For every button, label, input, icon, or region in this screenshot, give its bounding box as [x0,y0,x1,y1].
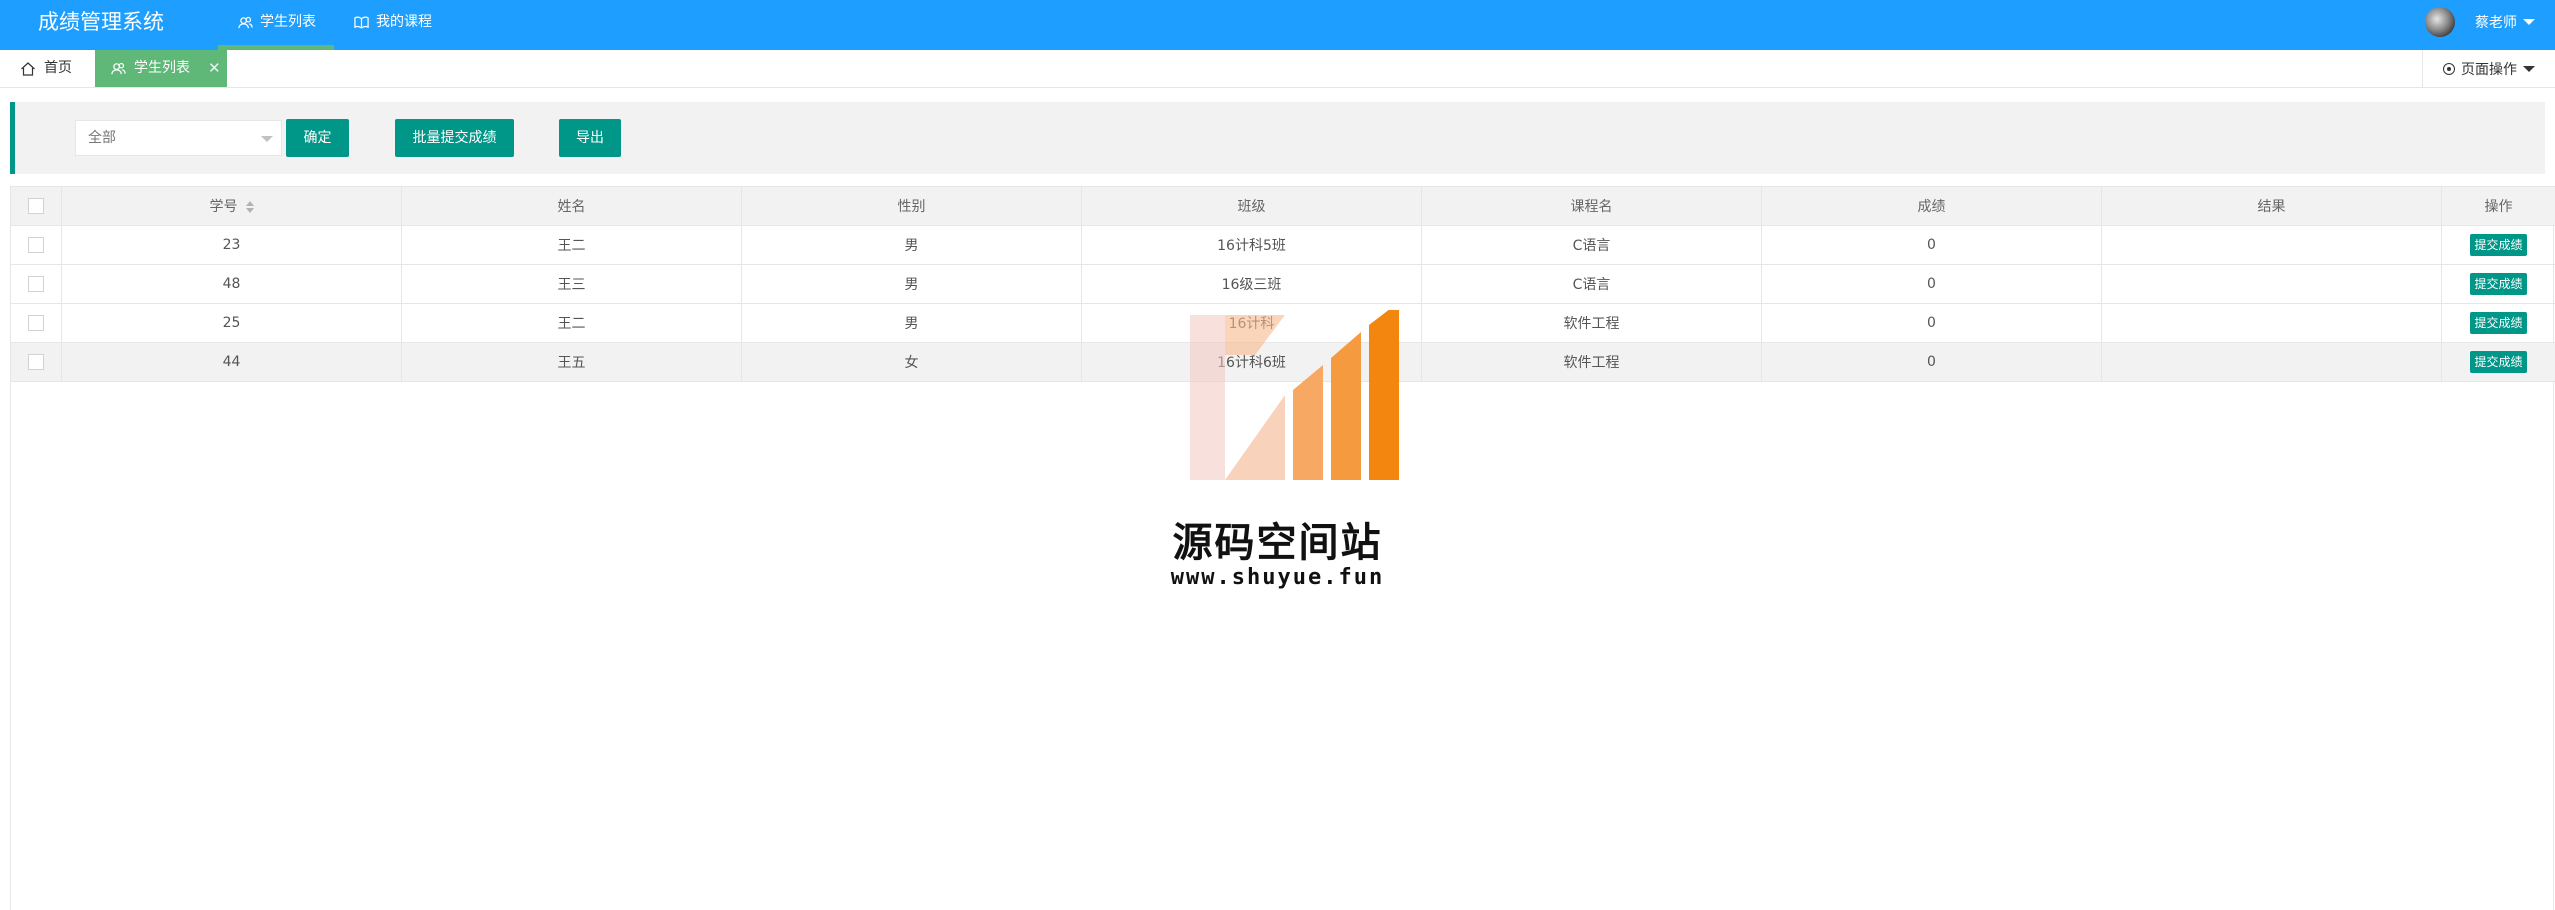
header-score: 成绩 [1761,186,2102,226]
cell-course: 软件工程 [1421,342,1762,382]
cell-name: 王二 [401,225,742,265]
select-all-checkbox[interactable] [28,198,44,214]
batch-submit-button[interactable]: 批量提交成绩 [395,119,514,157]
cell-gender: 男 [741,225,1082,265]
user-dropdown[interactable]: 蔡老师 [2475,12,2535,32]
submit-score-button[interactable]: 提交成绩 [2470,351,2527,373]
cell-action: 提交成绩 [2441,225,2555,265]
table-row: 48 王三 男 16级三班 C语言 0 提交成绩 [10,264,2555,304]
watermark-title: 源码空间站 [1172,520,1383,566]
top-header: 成绩管理系统 学生列表 我的课程 蔡老师 [0,0,2555,50]
cell-score: 0 [1761,303,2102,343]
row-select-cell [10,264,62,304]
chevron-down-icon [261,136,273,142]
cell-result [2101,342,2442,382]
cell-gender: 男 [741,303,1082,343]
username-label: 蔡老师 [2475,15,2517,31]
cell-course: C语言 [1421,264,1762,304]
cell-name: 王三 [401,264,742,304]
chevron-down-icon [2523,65,2535,72]
table-row: 44 王五 女 16计科6班 软件工程 0 提交成绩 [10,342,2555,382]
top-nav: 学生列表 我的课程 [218,0,450,50]
cell-course: 软件工程 [1421,303,1762,343]
close-icon[interactable]: ✕ [208,50,221,87]
cell-result [2101,303,2442,343]
nav-label: 我的课程 [376,14,432,30]
cell-result [2101,225,2442,265]
cell-result [2101,264,2442,304]
cell-name: 王二 [401,303,742,343]
header-label: 学号 [209,199,238,215]
cell-score: 0 [1761,264,2102,304]
table-header-row: 学号 姓名 性别 班级 课程名 成绩 结果 操作 [10,186,2555,226]
watermark-url: www.shuyue.fun [1170,565,1385,590]
cell-score: 0 [1761,225,2102,265]
cell-gender: 女 [741,342,1082,382]
cell-score: 0 [1761,342,2102,382]
row-checkbox[interactable] [28,354,44,370]
cell-student-id: 48 [61,264,402,304]
row-checkbox[interactable] [28,315,44,331]
confirm-button[interactable]: 确定 [286,119,349,157]
user-menu: 蔡老师 [2425,0,2535,44]
header-course: 课程名 [1421,186,1762,226]
target-icon [2443,62,2455,75]
submit-score-button[interactable]: 提交成绩 [2470,273,2527,295]
nav-item-student-list[interactable]: 学生列表 [218,0,334,50]
cell-action: 提交成绩 [2441,342,2555,382]
row-select-cell [10,303,62,343]
cell-name: 王五 [401,342,742,382]
home-icon [21,61,35,76]
users-icon [111,62,126,75]
tab-home[interactable]: 首页 [20,50,72,87]
tab-bar: 首页 学生列表 ✕ 页面操作 [0,50,2555,88]
tab-label: 学生列表 [134,60,190,76]
cell-class: 16计科6班 [1081,342,1422,382]
nav-label: 学生列表 [260,14,316,30]
cell-action: 提交成绩 [2441,264,2555,304]
tab-student-list[interactable]: 学生列表 ✕ [95,50,227,87]
app-logo[interactable]: 成绩管理系统 [38,0,164,44]
submit-score-button[interactable]: 提交成绩 [2470,234,2527,256]
row-checkbox[interactable] [28,237,44,253]
book-icon [354,16,369,29]
sort-icon[interactable] [245,201,254,213]
page-operations-dropdown[interactable]: 页面操作 [2422,50,2555,87]
page-ops-label: 页面操作 [2461,61,2517,78]
export-button[interactable]: 导出 [559,119,621,157]
cell-class: 16级三班 [1081,264,1422,304]
header-name: 姓名 [401,186,742,226]
cell-gender: 男 [741,264,1082,304]
header-gender: 性别 [741,186,1082,226]
chevron-down-icon [2523,19,2535,25]
users-icon [238,16,253,28]
cell-action: 提交成绩 [2441,303,2555,343]
table-row: 23 王二 男 16计科5班 C语言 0 提交成绩 [10,225,2555,265]
cell-class: 16计科 [1081,303,1422,343]
avatar[interactable] [2425,7,2455,37]
table-row: 25 王二 男 16计科 软件工程 0 提交成绩 [10,303,2555,343]
student-table: 学号 姓名 性别 班级 课程名 成绩 结果 操作 23 王二 男 16计科5班 … [10,186,2555,382]
row-checkbox[interactable] [28,276,44,292]
cell-class: 16计科5班 [1081,225,1422,265]
cell-student-id: 44 [61,342,402,382]
row-select-cell [10,342,62,382]
row-select-cell [10,225,62,265]
cell-student-id: 23 [61,225,402,265]
header-result: 结果 [2101,186,2442,226]
select-value: 全部 [88,130,116,146]
cell-course: C语言 [1421,225,1762,265]
select-all-cell [10,186,62,226]
cell-student-id: 25 [61,303,402,343]
nav-item-my-courses[interactable]: 我的课程 [334,0,450,44]
tab-label: 首页 [44,60,72,76]
filter-select[interactable]: 全部 [75,120,282,156]
submit-score-button[interactable]: 提交成绩 [2470,312,2527,334]
filter-toolbar: 全部 确定 批量提交成绩 导出 [10,102,2545,174]
header-action: 操作 [2441,186,2555,226]
header-student-id[interactable]: 学号 [61,186,402,226]
header-class: 班级 [1081,186,1422,226]
